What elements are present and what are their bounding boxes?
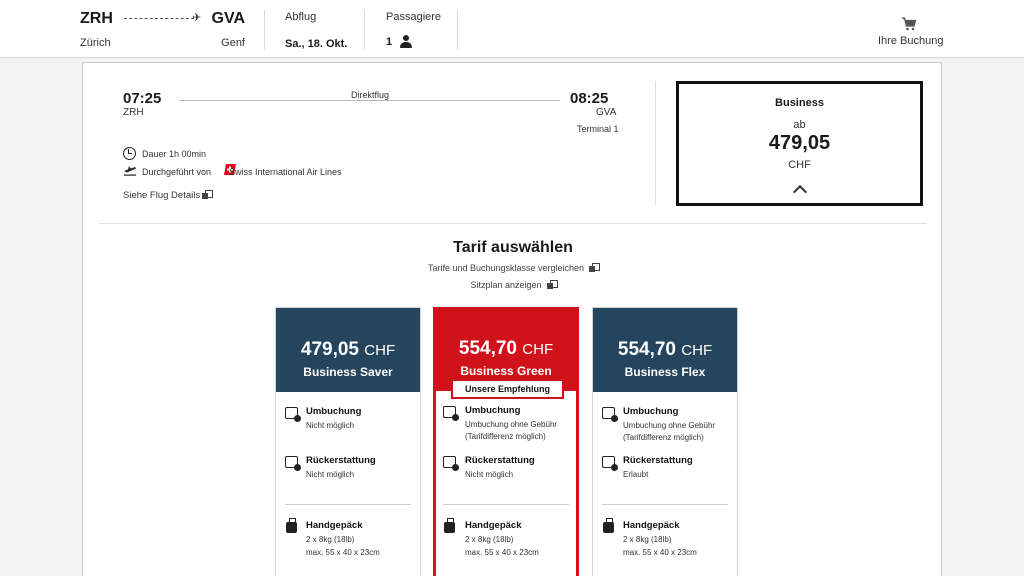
- departure-date[interactable]: Sa., 18. Okt.: [285, 38, 347, 50]
- person-icon: [400, 35, 412, 48]
- tariff-section-title: Tarif auswählen: [453, 239, 573, 256]
- baggage-weight: 2 x 8kg (18lb): [623, 535, 672, 544]
- departure-label: Abflug: [285, 11, 317, 23]
- departure-time: 07:25: [123, 90, 162, 107]
- rebooking-title: Umbuchung: [465, 405, 521, 416]
- header-divider: [264, 10, 265, 50]
- flight-offer-panel: 07:25 ZRH Direktflug 08:25 GVA Terminal …: [82, 62, 942, 576]
- baggage-dimensions: max. 55 x 40 x 23cm: [623, 548, 697, 557]
- plane-icon: ✈: [192, 12, 202, 24]
- compare-tariffs-row[interactable]: Tarife und Buchungsklasse vergleichen: [83, 262, 943, 273]
- airline-name: Swiss International Air Lines: [229, 167, 342, 177]
- flight-details-link[interactable]: Siehe Flug Details: [123, 190, 200, 201]
- duration-label: Dauer: [142, 149, 167, 159]
- passengers-count[interactable]: 1: [386, 36, 392, 48]
- baggage-weight: 2 x 8kg (18lb): [306, 535, 355, 544]
- carry-on-bag-icon: [444, 518, 455, 533]
- arrival-terminal: Terminal 1: [577, 124, 619, 134]
- departure-icon: [124, 166, 136, 176]
- departure-airport-code: ZRH: [123, 107, 144, 118]
- seatmap-link[interactable]: Sitzplan anzeigen: [470, 280, 541, 290]
- card-divider: [285, 504, 411, 505]
- external-link-icon[interactable]: [202, 190, 213, 199]
- external-link-icon[interactable]: [546, 280, 558, 289]
- duration-value: 1h 00min: [169, 149, 207, 159]
- header-divider: [457, 10, 458, 50]
- fare-price: 554,70 CHF: [617, 339, 713, 360]
- baggage-title: Handgepäck: [623, 520, 680, 531]
- card-divider: [602, 504, 728, 505]
- refund-text: Nicht möglich: [465, 470, 514, 479]
- rebooking-text: Umbuchung ohne Gebühr: [623, 421, 716, 430]
- baggage-title: Handgepäck: [465, 520, 522, 531]
- refund-icon: [285, 456, 301, 471]
- rebooking-icon: [285, 407, 301, 422]
- cabin-class-price: 479,05: [768, 132, 831, 154]
- fare-price: 554,70 CHF: [458, 338, 554, 359]
- recommendation-badge: Unsere Empfehlung: [451, 379, 564, 399]
- rebooking-title: Umbuchung: [306, 406, 362, 417]
- your-booking-link[interactable]: Ihre Buchung: [878, 35, 943, 47]
- origin-code: ZRH: [80, 10, 113, 27]
- rebooking-note: (Tarifdifferenz möglich): [465, 432, 546, 441]
- refund-title: Rückerstattung: [623, 455, 693, 466]
- fare-name: Business Flex: [624, 365, 706, 379]
- passengers-label: Passagiere: [386, 11, 442, 23]
- baggage-dimensions: max. 55 x 40 x 23cm: [465, 548, 539, 557]
- refund-title: Rückerstattung: [465, 455, 535, 466]
- cabin-class-currency: CHF: [788, 159, 811, 171]
- fare-card-business-saver[interactable]: 479,05 CHF Business Saver Umbuchung Nich…: [275, 307, 421, 576]
- carry-on-bag-icon: [286, 518, 297, 533]
- rebooking-icon: [443, 406, 459, 421]
- refund-text: Erlaubt: [623, 470, 649, 479]
- rebooking-text: Umbuchung ohne Gebühr: [465, 420, 558, 429]
- destination-code: GVA: [211, 10, 245, 27]
- refund-title: Rückerstattung: [306, 455, 376, 466]
- horizontal-divider: [99, 223, 927, 224]
- clock-icon: [123, 147, 136, 160]
- origin-city: Zürich: [80, 37, 111, 49]
- price-from-label: ab: [793, 119, 806, 131]
- header-divider: [364, 10, 365, 50]
- external-link-icon[interactable]: [589, 263, 601, 272]
- refund-icon: [443, 456, 459, 471]
- operated-by-label: Durchgeführt von: [142, 167, 212, 177]
- flight-type: Direktflug: [351, 90, 390, 100]
- refund-icon: [602, 456, 618, 471]
- route-dashed-line: [124, 18, 194, 19]
- card-divider: [443, 504, 569, 505]
- arrival-time: 08:25: [570, 90, 609, 107]
- fare-header[interactable]: 554,70 CHF Business Flex: [593, 308, 737, 392]
- fare-card-business-green[interactable]: 554,70 CHF Business Green Unsere Empfehl…: [433, 307, 579, 576]
- cart-icon[interactable]: [901, 17, 917, 31]
- fare-name: Business Green: [460, 364, 552, 378]
- chevron-up-icon[interactable]: [792, 184, 808, 200]
- section-divider: [655, 81, 656, 205]
- route-summary: ZRH ✈ GVA Zürich Genf: [80, 10, 245, 54]
- baggage-title: Handgepäck: [306, 520, 363, 531]
- top-bar: ZRH ✈ GVA Zürich Genf Abflug Sa., 18. Ok…: [0, 0, 1024, 58]
- rebooking-note: (Tarifdifferenz möglich): [623, 433, 704, 442]
- refund-text: Nicht möglich: [306, 470, 355, 479]
- rebooking-icon: [602, 407, 618, 422]
- flight-path-line: [179, 100, 560, 101]
- fare-price: 479,05 CHF: [300, 339, 396, 360]
- cabin-class-title: Business: [775, 97, 824, 109]
- fare-name: Business Saver: [303, 365, 393, 379]
- compare-tariffs-link[interactable]: Tarife und Buchungsklasse vergleichen: [428, 263, 584, 273]
- baggage-weight: 2 x 8kg (18lb): [465, 535, 514, 544]
- baggage-dimensions: max. 55 x 40 x 23cm: [306, 548, 380, 557]
- fare-header[interactable]: 479,05 CHF Business Saver: [276, 308, 420, 392]
- destination-city: Genf: [221, 37, 245, 49]
- business-class-selector[interactable]: Business ab 479,05 CHF: [676, 81, 923, 206]
- seatmap-row[interactable]: Sitzplan anzeigen: [83, 279, 943, 290]
- fare-card-business-flex[interactable]: 554,70 CHF Business Flex Umbuchung Umbuc…: [592, 307, 738, 576]
- rebooking-text: Nicht möglich: [306, 421, 355, 430]
- carry-on-bag-icon: [603, 518, 614, 533]
- arrival-airport-code: GVA: [596, 107, 617, 118]
- rebooking-title: Umbuchung: [623, 406, 679, 417]
